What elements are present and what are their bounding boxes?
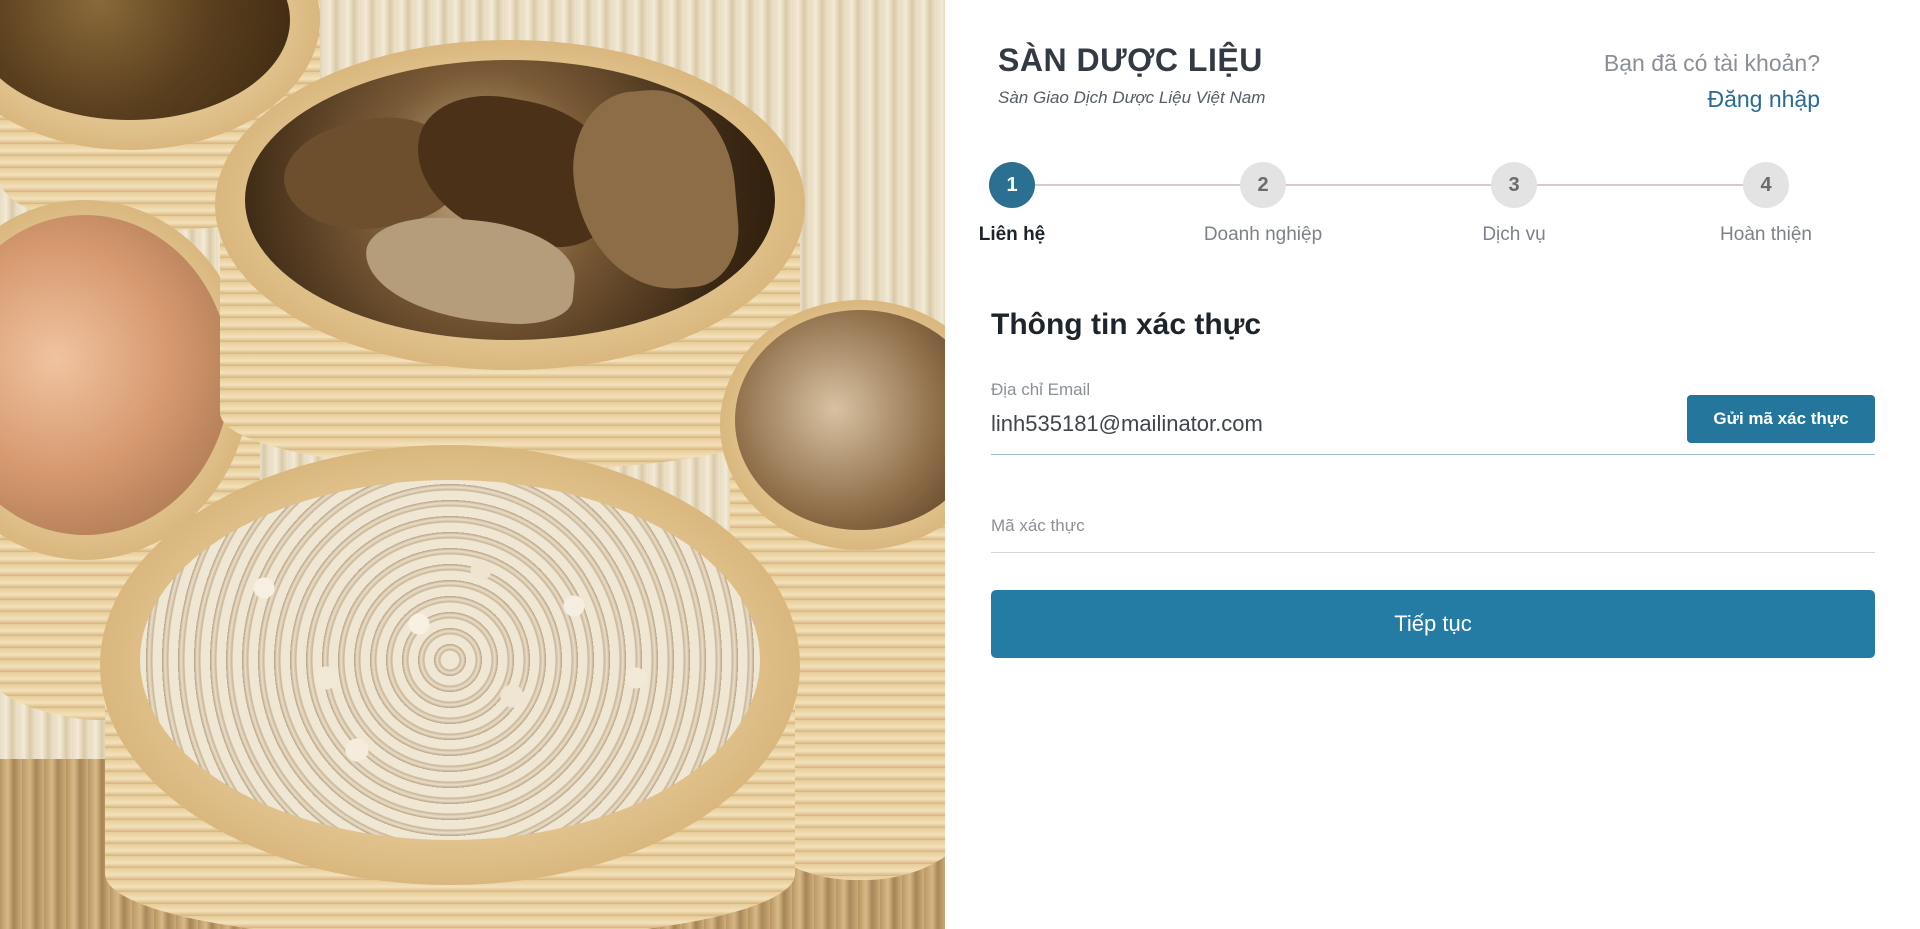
- step-number: 4: [1743, 162, 1789, 208]
- email-input[interactable]: [991, 411, 1641, 437]
- step-number: 1: [989, 162, 1035, 208]
- email-label: Địa chỉ Email: [991, 380, 1091, 399]
- step-label: Doanh nghiệp: [1203, 224, 1323, 245]
- signup-page: SÀN DƯỢC LIỆU Sàn Giao Dịch Dược Liệu Vi…: [0, 0, 1920, 929]
- login-link[interactable]: Đăng nhập: [1707, 86, 1820, 113]
- brand-subtitle: Sàn Giao Dịch Dược Liệu Việt Nam: [998, 88, 1266, 107]
- brand-title: SÀN DƯỢC LIỆU: [998, 42, 1263, 78]
- have-account-text: Bạn đã có tài khoản?: [1603, 50, 1820, 76]
- signup-stepper: 1 Liên hệ 2 Doanh nghiệp 3 Dịch vụ 4 Hoà…: [979, 162, 1812, 252]
- step-number: 2: [1240, 162, 1286, 208]
- verification-code-input[interactable]: [991, 520, 1641, 546]
- step-contact[interactable]: 1 Liên hệ: [932, 162, 1092, 246]
- send-code-button[interactable]: Gửi mã xác thực: [1687, 395, 1875, 443]
- continue-button[interactable]: Tiếp tục: [991, 590, 1875, 658]
- root-chip: [566, 83, 744, 297]
- section-title: Thông tin xác thực: [991, 308, 1262, 341]
- job-tears-seeds: [140, 480, 760, 840]
- verification-code-field: Mã xác thực: [991, 510, 1875, 553]
- step-label: Liên hệ: [978, 224, 1046, 245]
- herbal-hero-image: [0, 0, 945, 929]
- email-field: Địa chỉ Email Gửi mã xác thực: [991, 380, 1875, 455]
- step-business[interactable]: 2 Doanh nghiệp: [1183, 162, 1343, 246]
- dried-root-slices: [245, 60, 775, 340]
- step-number: 3: [1491, 162, 1537, 208]
- signup-panel: SÀN DƯỢC LIỆU Sàn Giao Dịch Dược Liệu Vi…: [945, 0, 1920, 929]
- step-label: Hoàn thiện: [1720, 224, 1812, 245]
- step-label: Dịch vụ: [1482, 224, 1546, 245]
- stepper-track: [1012, 184, 1766, 186]
- step-complete[interactable]: 4 Hoàn thiện: [1686, 162, 1846, 246]
- step-service[interactable]: 3 Dịch vụ: [1434, 162, 1594, 246]
